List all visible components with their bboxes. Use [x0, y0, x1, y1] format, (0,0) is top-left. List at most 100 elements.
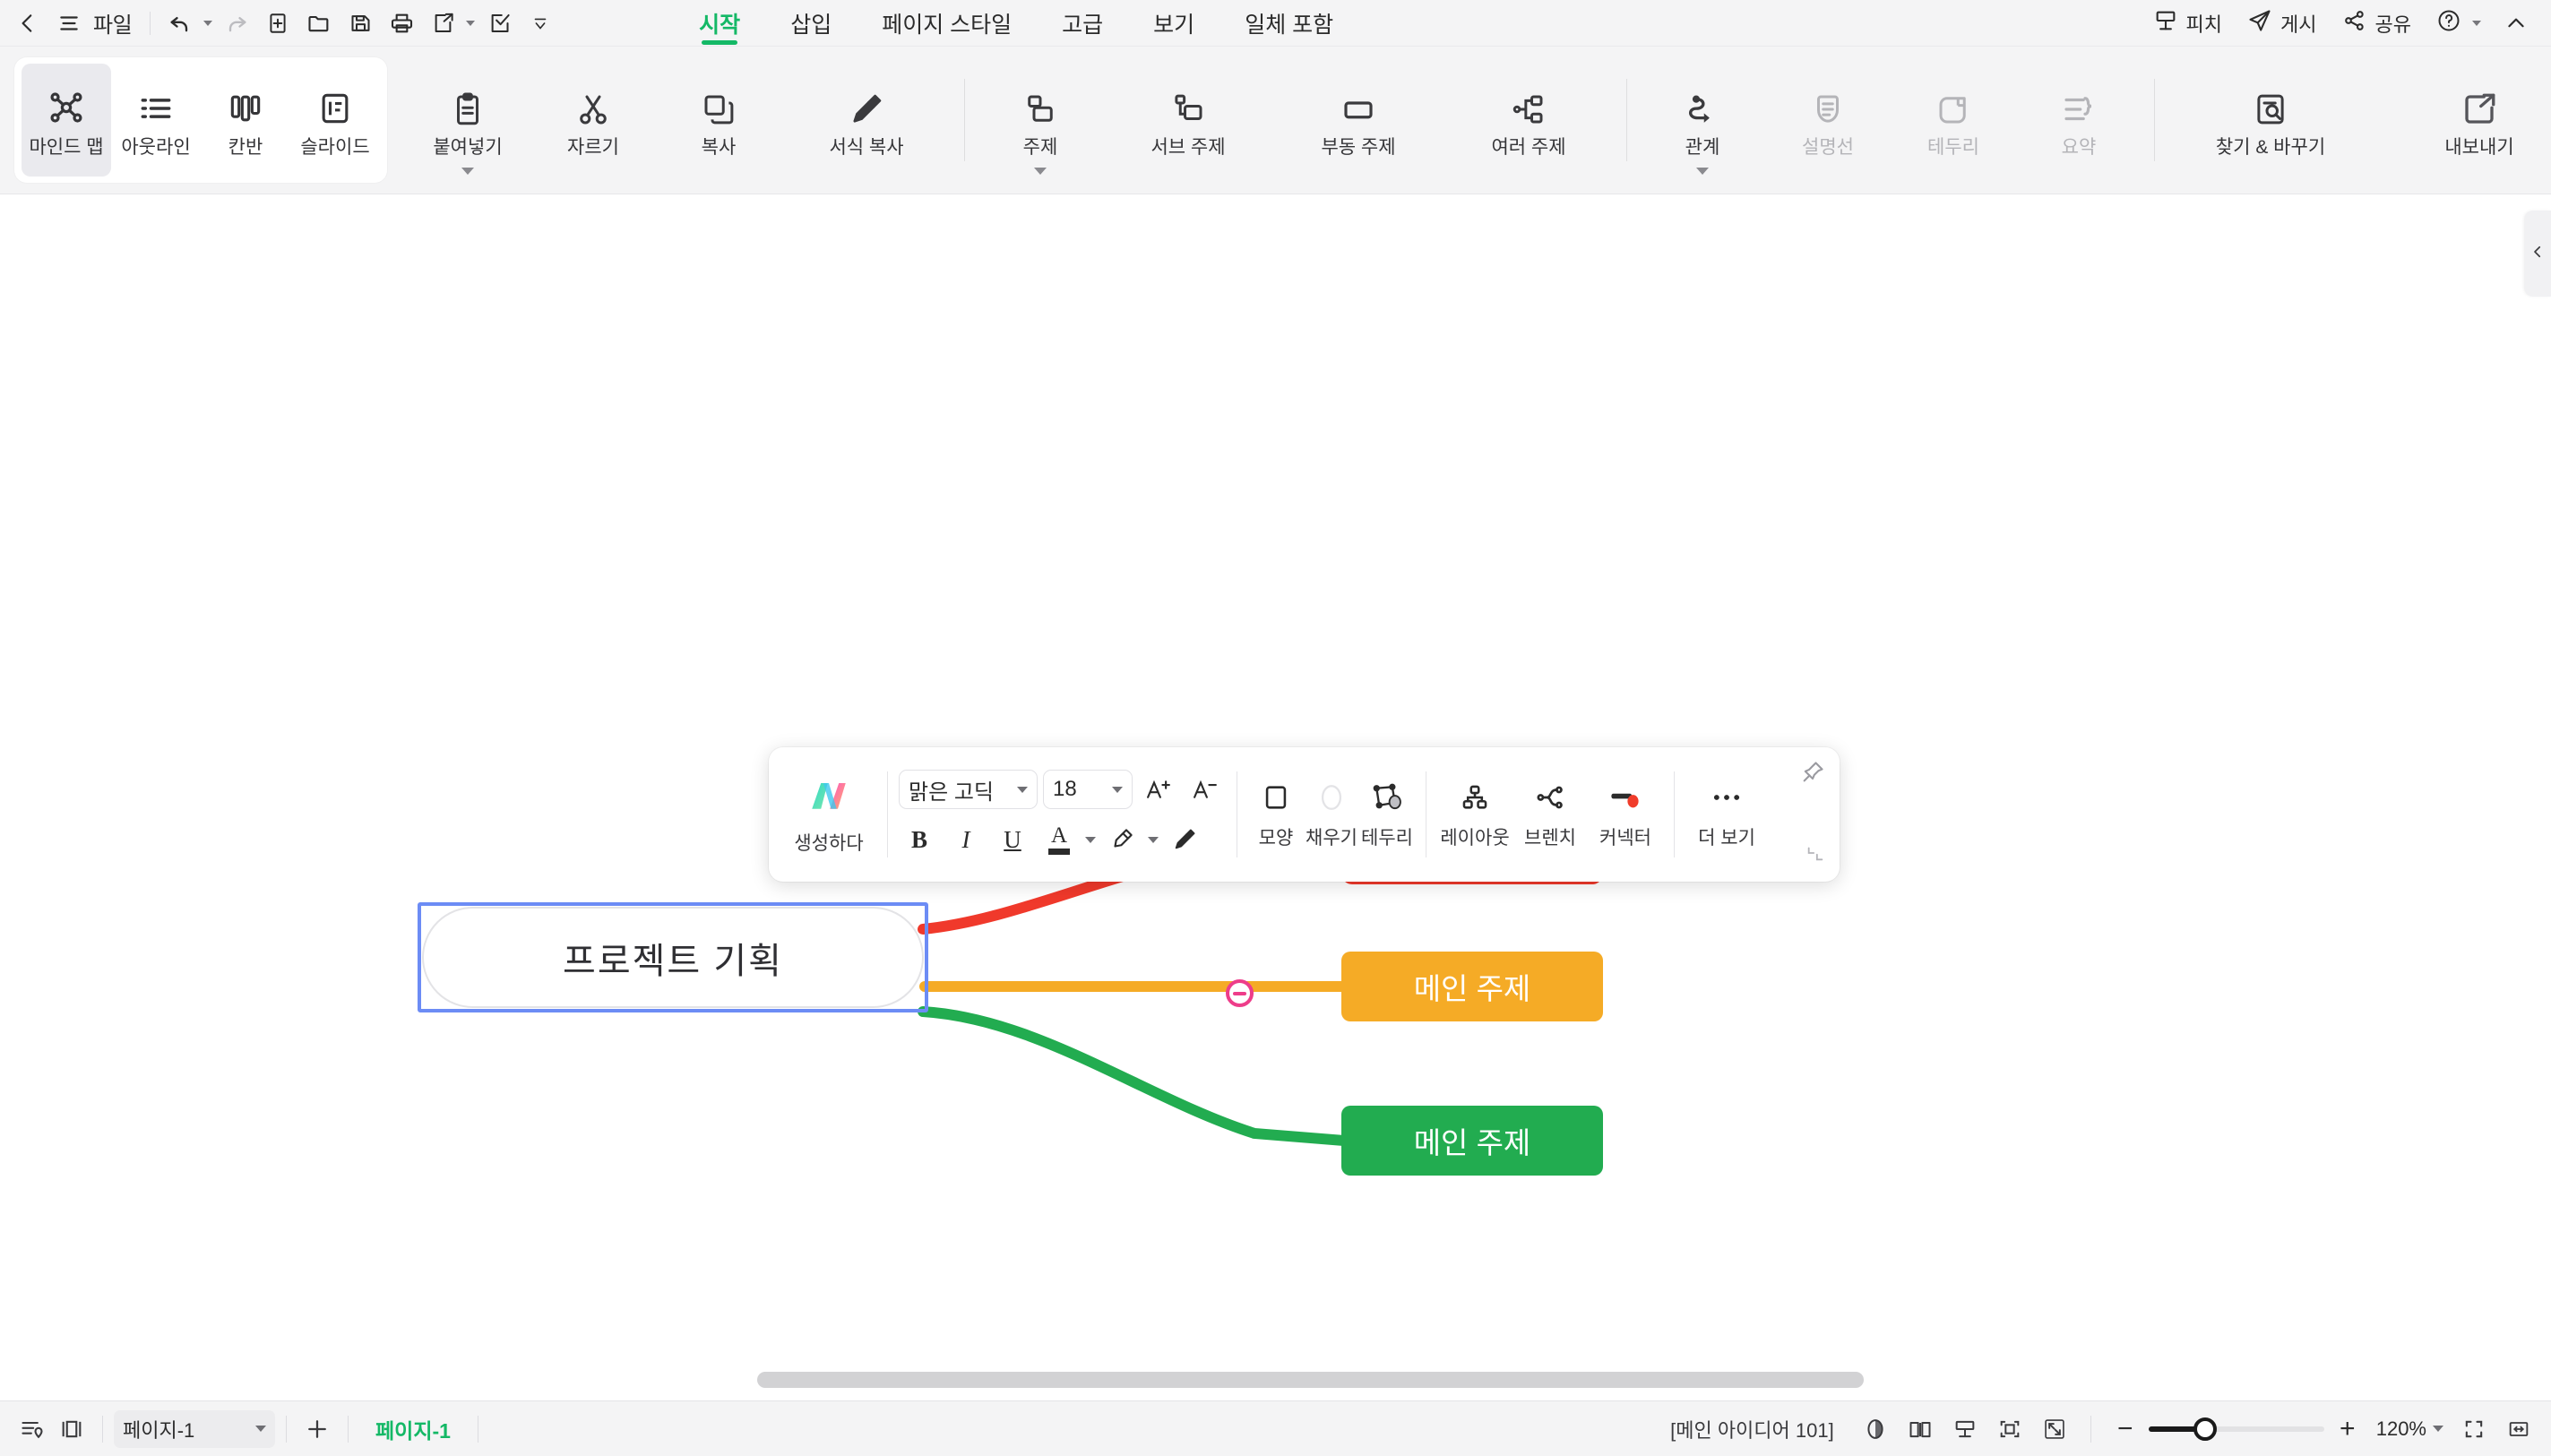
chevron-down-icon[interactable]	[466, 20, 476, 26]
tab-insert[interactable]: 삽입	[765, 0, 857, 47]
split-view-icon[interactable]	[52, 1410, 91, 1448]
mindmap-root-node[interactable]: 프로젝트 기획	[422, 907, 924, 1008]
more-chevron-icon[interactable]	[520, 4, 561, 43]
font-family-select[interactable]: 맑은 고딕	[899, 770, 1038, 809]
layout-button[interactable]: 레이아웃	[1437, 779, 1513, 850]
copy-button[interactable]: 복사	[656, 64, 781, 177]
topic-button[interactable]: 주제	[978, 64, 1103, 177]
zoom-level-select[interactable]: 120%	[2371, 1417, 2449, 1441]
font-color-icon[interactable]: A	[1038, 819, 1080, 860]
italic-button[interactable]: I	[945, 819, 987, 860]
tab-page-style[interactable]: 페이지 스타일	[857, 0, 1037, 47]
new-icon[interactable]	[257, 4, 298, 43]
paste-button[interactable]: 붙여넣기	[405, 64, 530, 177]
scrollbar-thumb[interactable]	[757, 1372, 1864, 1388]
mindmap-canvas[interactable]: 프로젝트 기획 메인 주제 메인 주제 메인 주제	[0, 194, 2551, 1400]
view-kanban-button[interactable]: 칸반	[201, 64, 290, 177]
publish-button[interactable]: 게시	[2236, 2, 2327, 44]
format-painter-button[interactable]: 서식 복사	[781, 64, 952, 177]
undo-button[interactable]	[159, 4, 216, 43]
tab-start[interactable]: 시작	[674, 0, 765, 47]
print-icon[interactable]	[381, 4, 422, 43]
fullscreen-icon[interactable]	[2035, 1410, 2074, 1448]
right-panel-toggle[interactable]	[2524, 211, 2551, 297]
checklist-icon[interactable]	[478, 4, 520, 43]
multi-topic-button[interactable]: 여러 주제	[1444, 64, 1614, 177]
undo-icon[interactable]	[159, 4, 201, 43]
share-button[interactable]: 공유	[2331, 2, 2422, 44]
resize-handle-icon[interactable]	[1806, 843, 1825, 867]
horizontal-scrollbar[interactable]	[0, 1372, 2551, 1395]
clear-format-icon[interactable]	[1164, 819, 1205, 860]
map-overview-icon[interactable]	[13, 1410, 52, 1448]
branch-button[interactable]: 브렌치	[1513, 779, 1588, 850]
presentation-icon[interactable]	[1945, 1410, 1985, 1448]
cut-button[interactable]: 자르기	[530, 64, 656, 177]
hamburger-menu-icon[interactable]	[48, 4, 90, 43]
chevron-down-icon[interactable]	[255, 1426, 266, 1432]
tab-view[interactable]: 보기	[1128, 0, 1219, 47]
chevron-down-icon[interactable]	[2433, 1426, 2443, 1432]
mouse-mode-icon[interactable]	[1856, 1410, 1895, 1448]
collapse-branch-button[interactable]	[1226, 979, 1254, 1007]
tab-advanced[interactable]: 고급	[1037, 0, 1128, 47]
find-replace-button[interactable]: 찾기 & 바꾸기	[2167, 64, 2374, 177]
relationship-button[interactable]: 관계	[1640, 64, 1765, 177]
pitch-button[interactable]: 피치	[2142, 2, 2233, 44]
chevron-down-icon[interactable]	[1085, 836, 1096, 843]
subtopic-button[interactable]: 서브 주제	[1103, 64, 1273, 177]
border-button[interactable]: 테두리	[1359, 779, 1415, 850]
chevron-down-icon[interactable]	[1112, 786, 1123, 793]
more-options-button[interactable]: 더 보기	[1685, 779, 1768, 850]
export-button[interactable]: 내보내기	[2417, 64, 2542, 177]
add-page-button[interactable]	[297, 1410, 337, 1448]
mindmap-topic-node-orange[interactable]: 메인 주제	[1341, 952, 1603, 1021]
increase-font-icon[interactable]	[1138, 769, 1179, 810]
ai-generate-button[interactable]: 생성하다	[781, 774, 876, 856]
floating-topic-button[interactable]: 부동 주제	[1273, 64, 1444, 177]
chevron-down-icon[interactable]	[2472, 20, 2481, 26]
save-icon[interactable]	[340, 4, 381, 43]
zoom-in-button[interactable]: +	[2330, 1414, 2366, 1444]
highlight-icon[interactable]	[1101, 819, 1142, 860]
chevron-down-icon[interactable]	[461, 168, 474, 175]
page-select[interactable]: 페이지-1	[114, 1409, 275, 1448]
mindmap-topic-node-green[interactable]: 메인 주제	[1341, 1106, 1603, 1176]
chevron-down-icon[interactable]	[1148, 836, 1159, 843]
fit-width-icon[interactable]	[2499, 1410, 2538, 1448]
view-mindmap-button[interactable]: 마인드 맵	[22, 64, 111, 177]
redo-icon[interactable]	[216, 4, 257, 43]
decrease-font-icon[interactable]	[1185, 769, 1226, 810]
chevron-down-icon[interactable]	[1017, 786, 1028, 793]
view-slide-button[interactable]: 슬라이드	[290, 64, 380, 177]
boundary-button[interactable]: 테두리	[1891, 64, 2016, 177]
view-outline-button[interactable]: 아웃라인	[111, 64, 201, 177]
font-size-select[interactable]: 18	[1043, 770, 1133, 809]
mindmap-canvas-area[interactable]: 프로젝트 기획 메인 주제 메인 주제 메인 주제	[0, 194, 2551, 1400]
callout-button[interactable]: 설명선	[1765, 64, 1891, 177]
fit-page-icon[interactable]	[2454, 1410, 2494, 1448]
zoom-slider[interactable]	[2148, 1417, 2324, 1441]
bold-button[interactable]: B	[899, 819, 940, 860]
export-share-button[interactable]	[422, 4, 478, 43]
collapse-ribbon-icon[interactable]	[2495, 4, 2537, 43]
shape-button[interactable]: 모양	[1248, 779, 1304, 850]
tab-include-all[interactable]: 일체 포함	[1219, 0, 1358, 47]
pin-icon[interactable]	[1800, 760, 1825, 789]
open-icon[interactable]	[298, 4, 340, 43]
page-tab-1[interactable]: 페이지-1	[359, 1414, 467, 1444]
file-menu[interactable]: 파일	[90, 7, 141, 39]
connector-button[interactable]: 커넥터	[1588, 779, 1663, 850]
summary-button[interactable]: 요약	[2016, 64, 2142, 177]
export-share-icon[interactable]	[422, 4, 463, 43]
fit-selection-icon[interactable]	[1990, 1410, 2030, 1448]
fill-button[interactable]: 채우기	[1304, 779, 1359, 850]
chevron-down-icon[interactable]	[1034, 168, 1047, 175]
help-button[interactable]	[2426, 2, 2492, 44]
chevron-down-icon[interactable]	[203, 20, 213, 26]
underline-button[interactable]: U	[992, 819, 1033, 860]
book-view-icon[interactable]	[1900, 1410, 1940, 1448]
zoom-knob[interactable]	[2193, 1417, 2217, 1441]
chevron-down-icon[interactable]	[1696, 168, 1709, 175]
back-icon[interactable]	[7, 4, 48, 43]
